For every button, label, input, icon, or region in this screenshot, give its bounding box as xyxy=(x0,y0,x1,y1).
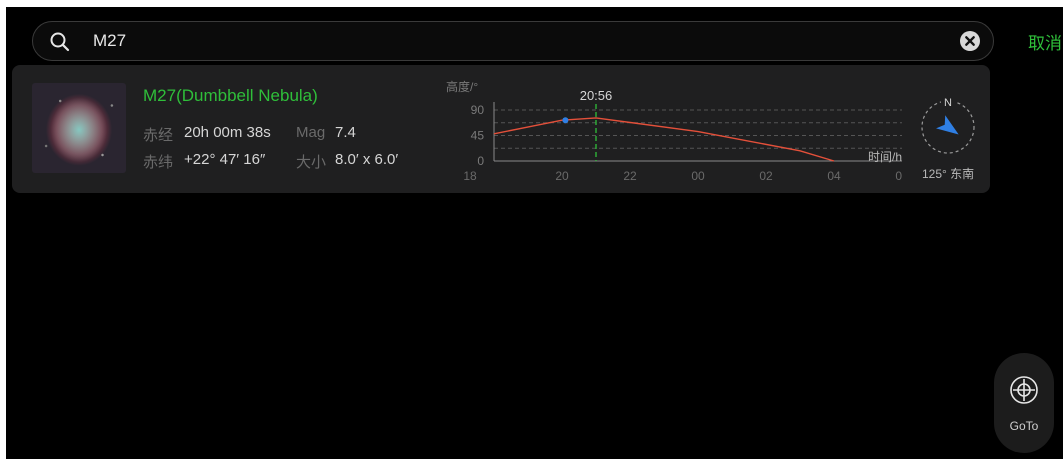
azimuth-label: 125° 东南 xyxy=(922,167,975,181)
app-screen: 取消 M27(Dumbbell Nebula) 赤经 20h 00m 38s M… xyxy=(6,7,1063,459)
transit-time-label: 20:56 xyxy=(580,88,613,103)
chart-x-tick-label: 20 xyxy=(555,169,569,183)
dec-label: 赤纬 xyxy=(143,154,174,171)
chart-y-tick-label: 0 xyxy=(477,154,484,168)
size-value: 8.0′ x 6.0′ xyxy=(335,151,399,168)
clear-icon[interactable] xyxy=(959,30,981,52)
chart-x-tick-label: 22 xyxy=(623,169,637,183)
chart-x-tick-label: 18 xyxy=(463,169,477,183)
search-result-card[interactable]: M27(Dumbbell Nebula) 赤经 20h 00m 38s Mag … xyxy=(12,65,990,193)
chart-y-tick-label: 45 xyxy=(471,129,485,143)
chart-x-tick-label: 00 xyxy=(691,169,705,183)
ra-value: 20h 00m 38s xyxy=(184,124,271,141)
ra-label: 赤经 xyxy=(143,127,174,144)
mag-label: Mag xyxy=(296,124,326,141)
size-label: 大小 xyxy=(296,154,327,171)
current-position-marker xyxy=(562,117,569,124)
chart-y-axis-label: 高度/° xyxy=(446,79,478,94)
chart-y-tick-label: 90 xyxy=(471,103,485,117)
crosshair-icon xyxy=(1010,376,1038,404)
chart-x-ticks: 18 20 22 00 02 04 06 xyxy=(463,169,902,183)
goto-label: GoTo xyxy=(1009,419,1039,433)
compass-icon: N xyxy=(921,95,975,154)
chart-x-tick-label: 06 xyxy=(895,169,902,183)
search-icon[interactable] xyxy=(49,31,71,53)
search-input[interactable] xyxy=(93,22,913,60)
compass-north-label: N xyxy=(944,97,952,109)
object-thumbnail xyxy=(32,83,126,173)
chart-x-tick-label: 04 xyxy=(827,169,841,183)
altitude-chart: 高度/° 90 45 0 18 20 22 00 02 04 06 20:56 时间/h xyxy=(446,79,902,183)
dec-value: +22° 47′ 16″ xyxy=(184,151,266,168)
chart-grid xyxy=(494,109,902,149)
chart-x-axis-label: 时间/h xyxy=(868,150,902,164)
mag-value: 7.4 xyxy=(335,124,356,141)
chart-y-ticks: 90 45 0 xyxy=(471,103,485,168)
cancel-button[interactable]: 取消 xyxy=(1028,29,1062,54)
goto-button[interactable]: GoTo xyxy=(994,353,1054,453)
object-name: M27(Dumbbell Nebula) xyxy=(143,86,318,105)
chart-x-tick-label: 02 xyxy=(759,169,773,183)
search-bar[interactable] xyxy=(32,21,994,61)
direction-arrow-icon xyxy=(936,115,959,135)
altitude-curve xyxy=(493,117,835,162)
